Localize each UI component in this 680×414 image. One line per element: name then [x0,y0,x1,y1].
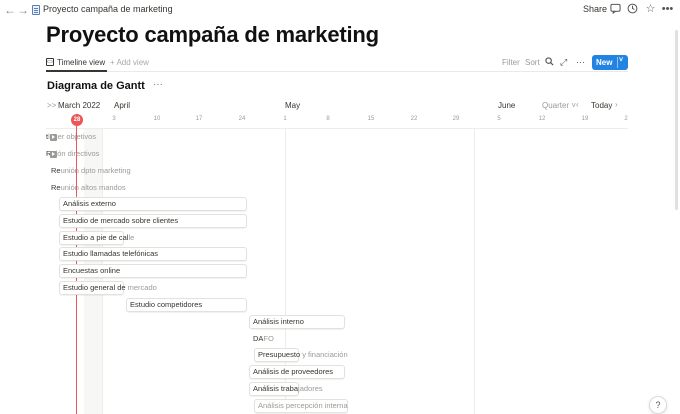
month-label: May [285,101,301,110]
clock-icon[interactable] [626,3,639,16]
today-button[interactable]: Today [591,101,612,110]
day-tick: 15 [367,116,375,122]
task-label: Encuestas online [63,266,121,275]
more-icon[interactable]: ••• [661,3,674,16]
task-label: Estudio competidores [130,300,203,309]
open-icon[interactable] [50,151,57,158]
help-button[interactable]: ? [649,396,667,414]
filter-button[interactable]: Filter [502,58,520,67]
day-tick: 12 [538,116,546,122]
timeline-bar[interactable]: Análisis percepción interna [254,399,348,413]
timeline-bar[interactable]: Análisis interno [249,315,345,329]
arrow-left-icon[interactable]: ← [4,3,16,17]
timeline-bar[interactable]: Estudio general de mercado [59,281,157,295]
task-label-overflow: nión directivos [51,149,100,158]
task-label: Análisis interno [253,317,304,326]
arrow-right-icon[interactable]: → [17,3,29,17]
page-title[interactable]: Proyecto campaña de marketing [46,22,379,48]
open-icon[interactable] [50,134,57,141]
top-bar: ← → Proyecto campaña de marketing Share … [0,0,680,20]
timeline-bar[interactable]: Análisis externo [59,197,247,211]
task-label: Estudio de mercado sobre clientes [63,216,179,225]
task-label-overflow: mercado [127,283,157,292]
grid-line [474,129,475,414]
task-label: Estudio general de [63,283,128,292]
day-tick: 29 [452,116,460,122]
day-tick: 2 [624,116,628,122]
new-button[interactable]: New ˅ [592,55,628,70]
task-label: Análisis percepción interna [258,401,348,410]
star-icon[interactable]: ☆ [644,3,657,16]
task-label-overflow: y financiación [300,350,348,359]
view-more-icon[interactable]: ··· [576,57,585,67]
task-label-overflow: unión dpto marketing [60,166,131,175]
timeline-bar[interactable]: Análisis de proveedores [249,365,345,379]
page-icon [32,5,40,15]
share-button[interactable]: Share [583,4,607,14]
task-label: Análisis de proveedores [253,367,334,376]
task-label: Re [51,183,61,192]
month-label: April [114,101,131,110]
day-tick: 5 [497,116,501,122]
day-tick: 19 [581,116,589,122]
day-tick: 8 [326,116,330,122]
search-icon[interactable] [545,57,554,68]
day-tick: 24 [238,116,246,122]
day-tick: 10 [153,116,161,122]
task-label: Análisis traba [253,384,299,393]
view-bar: ▭ Timeline view + Add view Filter Sort ⤢… [46,54,628,72]
next-icon[interactable]: › [615,100,618,109]
add-view-button[interactable]: + Add view [110,58,149,67]
timeline-bar[interactable]: Estudio llamadas telefónicas [59,247,247,261]
timeline-item[interactable]: Reunión dpto marketing [51,164,131,178]
breadcrumb[interactable]: Proyecto campaña de marketing [43,4,173,14]
prev-icon[interactable]: ‹ [576,100,579,109]
day-tick: 17 [195,116,203,122]
timeline-bar[interactable]: Presupuesto y financiación [254,348,348,362]
header-divider [46,128,628,129]
day-tick: 22 [410,116,418,122]
timeline-bar[interactable]: DAFO [249,332,274,346]
new-button-label: New [596,58,613,67]
scrollbar[interactable] [675,30,678,210]
task-label: Re [51,166,61,175]
database-more-icon[interactable]: ··· [153,79,163,90]
collapse-icon[interactable]: >> [47,101,56,110]
day-tick: 3 [112,116,116,122]
comment-icon[interactable] [609,3,622,16]
task-label-overflow: unión altos mandos [60,183,126,192]
task-label-overflow: le [128,233,135,242]
today-marker: 28 [71,114,83,126]
tab-timeline-view[interactable]: ▭ Timeline view [46,54,108,72]
month-label: June [498,101,516,110]
scale-label: Quarter [542,101,570,110]
database-title[interactable]: Diagrama de Gantt [47,80,145,92]
timeline-bar[interactable]: Encuestas online [59,264,247,278]
task-label-overflow: jadores [298,384,323,393]
task-label-overflow: FO [263,334,274,343]
timeline-bar[interactable]: Estudio competidores [126,298,247,312]
task-label: DA [253,334,264,343]
month-label: March 2022 [58,101,101,110]
day-tick: 1 [283,116,287,122]
tab-label: Timeline view [57,57,106,67]
timeline-bar[interactable]: Estudio de mercado sobre clientes [59,214,247,228]
task-label: Análisis externo [63,199,116,208]
timeline-icon: ▭ [46,58,54,66]
timeline-bar[interactable]: Análisis trabajadores [249,382,323,396]
expand-icon[interactable]: ⤢ [560,57,567,68]
timeline-item[interactable]: Reunión altos mandos [51,181,126,195]
scale-select[interactable]: Quarter ˅ [542,101,576,110]
task-label: Estudio llamadas telefónicas [63,249,159,258]
new-button-divider [617,57,618,68]
timeline-bar[interactable]: Estudio a pie de calle [59,231,134,245]
task-label: Estudio a pie de cal [63,233,129,242]
sort-button[interactable]: Sort [525,58,540,67]
task-label: Presupuesto [258,350,301,359]
chevron-down-icon[interactable]: ˅ [619,57,623,64]
